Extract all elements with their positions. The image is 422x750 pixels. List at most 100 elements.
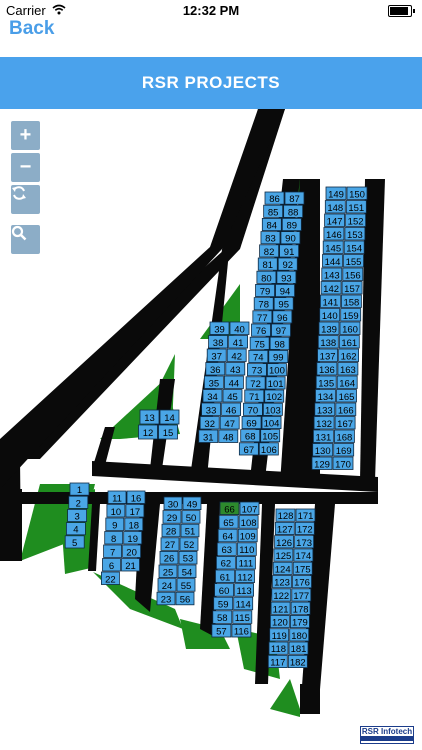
- plot-56[interactable]: 56: [175, 591, 195, 606]
- plot-141[interactable]: 141: [319, 294, 341, 308]
- plot-72[interactable]: 72: [245, 376, 266, 390]
- plot-85[interactable]: 85: [263, 204, 284, 218]
- plot-99[interactable]: 99: [268, 349, 289, 364]
- plot-163[interactable]: 163: [337, 362, 359, 376]
- plot-73[interactable]: 73: [247, 363, 267, 377]
- plot-117[interactable]: 117: [267, 654, 288, 668]
- plot-86[interactable]: 86: [264, 191, 285, 205]
- plot-10[interactable]: 10: [106, 504, 126, 518]
- plot-104[interactable]: 104: [261, 415, 282, 430]
- plot-181[interactable]: 181: [288, 641, 309, 655]
- plot-149[interactable]: 149: [325, 186, 347, 200]
- plot-125[interactable]: 125: [273, 548, 294, 562]
- plot-57[interactable]: 57: [211, 624, 232, 638]
- plot-18[interactable]: 18: [124, 517, 144, 531]
- plot-14[interactable]: 14: [159, 409, 180, 425]
- plot-48[interactable]: 48: [218, 429, 239, 443]
- plot-167[interactable]: 167: [334, 416, 356, 430]
- plot-162[interactable]: 162: [338, 348, 360, 362]
- plot-6[interactable]: 6: [102, 558, 121, 572]
- plot-90[interactable]: 90: [280, 231, 301, 245]
- plot-127[interactable]: 127: [274, 521, 295, 535]
- plot-42[interactable]: 42: [226, 348, 247, 362]
- plot-39[interactable]: 39: [209, 321, 230, 335]
- plot-62[interactable]: 62: [215, 555, 236, 570]
- plot-97[interactable]: 97: [271, 323, 291, 337]
- plot-170[interactable]: 170: [332, 456, 354, 470]
- plot-172[interactable]: 172: [294, 521, 315, 535]
- plot-59[interactable]: 59: [213, 596, 234, 611]
- plot-26[interactable]: 26: [159, 550, 179, 565]
- plot-105[interactable]: 105: [260, 429, 281, 443]
- plot-87[interactable]: 87: [284, 191, 305, 205]
- plot-144[interactable]: 144: [322, 254, 343, 268]
- plot-84[interactable]: 84: [261, 218, 282, 232]
- plot-150[interactable]: 150: [346, 186, 368, 200]
- refresh-button[interactable]: [11, 185, 40, 214]
- plot-70[interactable]: 70: [242, 402, 263, 416]
- plot-98[interactable]: 98: [269, 336, 290, 350]
- plot-173[interactable]: 173: [294, 535, 315, 549]
- plot-64[interactable]: 64: [217, 528, 238, 543]
- plot-54[interactable]: 54: [177, 564, 197, 578]
- plot-27[interactable]: 27: [160, 537, 180, 551]
- plot-50[interactable]: 50: [181, 510, 201, 524]
- plot-81[interactable]: 81: [257, 257, 278, 271]
- plot-4[interactable]: 4: [66, 522, 86, 536]
- plot-89[interactable]: 89: [281, 218, 302, 232]
- plot-24[interactable]: 24: [157, 578, 177, 592]
- plot-179[interactable]: 179: [289, 614, 310, 629]
- plot-75[interactable]: 75: [249, 336, 270, 350]
- plot-37[interactable]: 37: [206, 348, 227, 362]
- plot-115[interactable]: 115: [232, 610, 253, 624]
- plot-55[interactable]: 55: [176, 578, 196, 592]
- plot-60[interactable]: 60: [214, 583, 235, 597]
- plot-49[interactable]: 49: [182, 496, 202, 510]
- plot-94[interactable]: 94: [275, 283, 295, 298]
- plot-34[interactable]: 34: [202, 389, 223, 403]
- zoom-out-button[interactable]: −: [11, 153, 40, 182]
- plot-158[interactable]: 158: [340, 294, 362, 308]
- plot-100[interactable]: 100: [267, 363, 287, 377]
- plot-69[interactable]: 69: [241, 415, 262, 430]
- plot-136[interactable]: 136: [316, 362, 338, 376]
- plot-61[interactable]: 61: [215, 569, 235, 583]
- plot-41[interactable]: 41: [228, 335, 249, 349]
- plot-107[interactable]: 107: [239, 501, 260, 515]
- plot-113[interactable]: 113: [234, 583, 255, 597]
- plot-164[interactable]: 164: [336, 375, 358, 389]
- plot-52[interactable]: 52: [179, 537, 199, 551]
- plot-3[interactable]: 3: [67, 508, 87, 523]
- plot-31[interactable]: 31: [198, 429, 219, 443]
- plot-92[interactable]: 92: [277, 257, 298, 271]
- plot-66[interactable]: 66: [219, 501, 240, 515]
- plot-175[interactable]: 175: [292, 561, 313, 575]
- plot-169[interactable]: 169: [333, 443, 355, 457]
- plot-137[interactable]: 137: [317, 348, 339, 362]
- plot-114[interactable]: 114: [233, 596, 254, 611]
- plot-159[interactable]: 159: [340, 308, 362, 322]
- plot-139[interactable]: 139: [318, 321, 340, 335]
- plot-155[interactable]: 155: [343, 254, 364, 268]
- search-button[interactable]: [11, 225, 40, 254]
- plot-25[interactable]: 25: [158, 564, 178, 578]
- plot-28[interactable]: 28: [161, 523, 181, 538]
- plot-79[interactable]: 79: [255, 283, 275, 298]
- plot-153[interactable]: 153: [344, 227, 366, 241]
- plot-67[interactable]: 67: [238, 442, 259, 456]
- plot-93[interactable]: 93: [276, 270, 297, 284]
- plot-83[interactable]: 83: [260, 231, 281, 245]
- plot-15[interactable]: 15: [158, 424, 178, 440]
- plot-118[interactable]: 118: [268, 641, 289, 655]
- plot-map[interactable]: 86 87 85 88 84 89 83 90 82 91 81 92 80 93 79 94 78 95 77 96…: [0, 109, 422, 750]
- plot-180[interactable]: 180: [289, 628, 310, 642]
- plot-22[interactable]: 22: [101, 571, 120, 585]
- plot-152[interactable]: 152: [345, 213, 367, 227]
- back-button[interactable]: Back: [9, 18, 54, 40]
- plot-36[interactable]: 36: [205, 362, 226, 376]
- plot-138[interactable]: 138: [317, 335, 339, 349]
- plot-74[interactable]: 74: [248, 349, 269, 364]
- plot-19[interactable]: 19: [123, 531, 143, 545]
- plot-65[interactable]: 65: [218, 515, 239, 529]
- plot-112[interactable]: 112: [235, 569, 255, 583]
